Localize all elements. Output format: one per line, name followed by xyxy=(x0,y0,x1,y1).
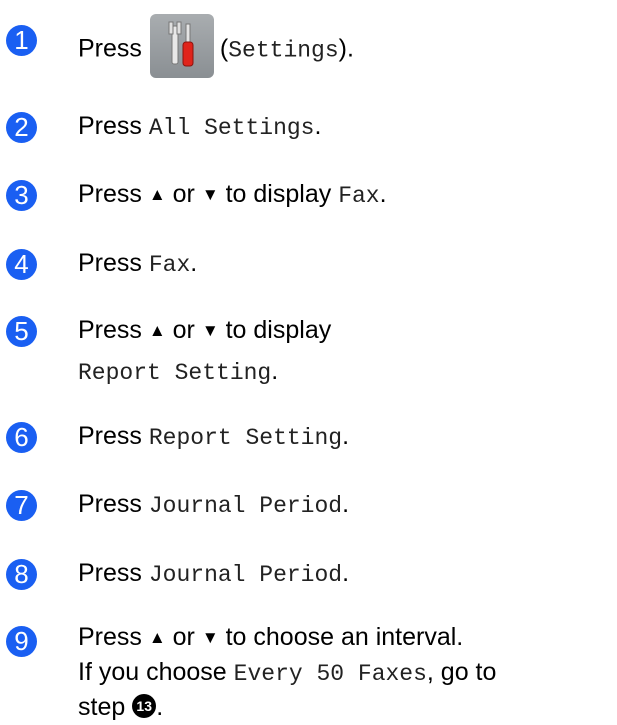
period: . xyxy=(314,112,322,140)
press-label: Press xyxy=(78,316,142,344)
press-label: Press xyxy=(78,112,142,140)
up-arrow-icon: ▲ xyxy=(148,628,166,647)
step-number-badge: 9 xyxy=(6,626,37,657)
every-50-faxes-code: Every 50 Faxes xyxy=(233,661,427,687)
step-1-text: Press (Settings). xyxy=(78,14,354,82)
down-arrow-icon: ▼ xyxy=(201,185,219,204)
journal-period-code: Journal Period xyxy=(148,493,343,519)
period: . xyxy=(271,357,279,385)
press-label: Press xyxy=(78,490,142,518)
all-settings-code: All Settings xyxy=(148,115,315,141)
fax-code: Fax xyxy=(338,183,380,209)
report-setting-code: Report Setting xyxy=(78,360,272,386)
step-number-badge: 6 xyxy=(6,422,37,453)
step-number-badge: 7 xyxy=(6,490,37,521)
step-number-badge: 8 xyxy=(6,559,37,590)
down-arrow-icon: ▼ xyxy=(201,321,219,340)
step-7-text: Press Journal Period. xyxy=(78,485,349,526)
report-setting-code: Report Setting xyxy=(148,425,343,451)
press-label: Press xyxy=(78,623,142,651)
step-2-text: Press All Settings. xyxy=(78,107,321,148)
settings-code: Settings xyxy=(228,37,339,64)
step-6-text: Press Report Setting. xyxy=(78,417,349,458)
if-you-choose-label: If you choose xyxy=(78,658,227,686)
press-label: Press xyxy=(78,249,142,277)
or-label: or xyxy=(172,316,195,344)
settings-tools-icon xyxy=(149,14,214,78)
step-label: step xyxy=(78,693,126,721)
to-display-label: to display xyxy=(225,316,332,344)
up-arrow-icon: ▲ xyxy=(148,321,166,340)
period: . xyxy=(342,490,350,518)
period: . xyxy=(190,249,198,277)
period: . xyxy=(379,180,387,208)
or-label: or xyxy=(172,623,195,651)
period: . xyxy=(156,693,164,721)
go-to-label: , go to xyxy=(426,658,497,686)
to-display-label: to display xyxy=(225,180,332,208)
step-reference-icon: 13 xyxy=(132,694,157,719)
period: . xyxy=(342,559,350,587)
up-arrow-icon: ▲ xyxy=(148,185,166,204)
press-label: Press xyxy=(78,180,142,208)
paren-open: ( xyxy=(219,34,229,63)
step-number-badge: 3 xyxy=(6,180,37,211)
down-arrow-icon: ▼ xyxy=(201,628,219,647)
step-4-text: Press Fax. xyxy=(78,244,197,285)
step-9-text: Press ▲ or ▼ to choose an interval. If y… xyxy=(78,621,496,724)
step-number-badge: 5 xyxy=(6,316,37,347)
journal-period-code: Journal Period xyxy=(148,562,343,588)
press-label: Press xyxy=(78,422,142,450)
fax-code: Fax xyxy=(148,252,191,278)
press-label: Press xyxy=(78,34,142,63)
step-5-text: Press ▲ or ▼ to display Report Setting. xyxy=(78,311,331,393)
step-number-badge: 1 xyxy=(6,25,37,56)
or-label: or xyxy=(172,180,195,208)
step-number-badge: 2 xyxy=(6,112,37,143)
step-3-text: Press ▲ or ▼ to display Fax. xyxy=(78,175,387,216)
choose-interval-label: to choose an interval. xyxy=(225,623,464,651)
period: . xyxy=(342,422,350,450)
press-label: Press xyxy=(78,559,142,587)
paren-close: ). xyxy=(338,34,354,63)
step-number-badge: 4 xyxy=(6,249,37,280)
step-8-text: Press Journal Period. xyxy=(78,554,349,595)
